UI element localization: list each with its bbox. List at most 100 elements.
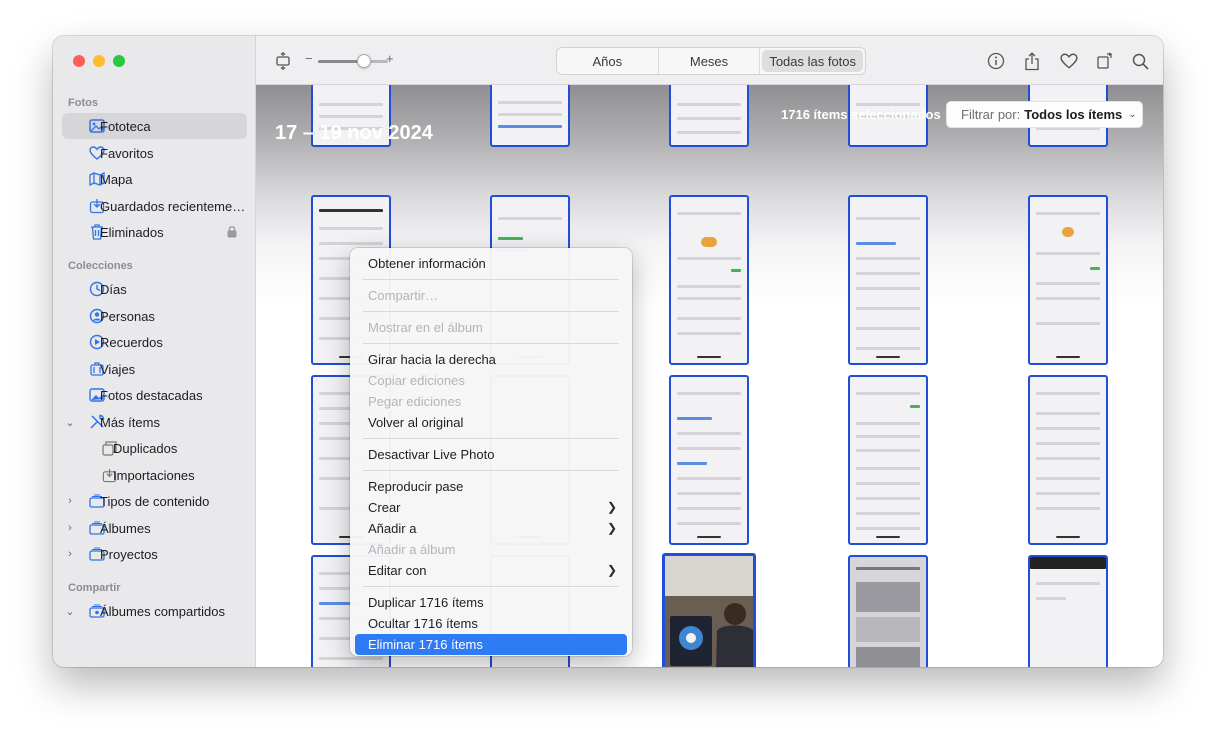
sidebar-item-label: Importaciones: [113, 467, 195, 483]
sidebar-item-label: Tipos de contenido: [100, 493, 210, 509]
sidebar-item-dias[interactable]: Días: [62, 276, 247, 302]
photo-thumbnail[interactable]: [1028, 375, 1108, 545]
menu-item-duplicar[interactable]: Duplicar 1716 ítems: [355, 592, 627, 613]
sidebar-item-recuerdos[interactable]: Recuerdos: [62, 329, 247, 355]
menu-item-obtener-informacion[interactable]: Obtener información: [355, 253, 627, 274]
menu-item-label: Editar con: [368, 563, 427, 578]
sidebar-item-mas-items[interactable]: ⌄ Más ítems: [62, 409, 247, 435]
tab-anos[interactable]: Años: [557, 48, 659, 74]
menu-item-crear[interactable]: Crear ❯: [355, 497, 627, 518]
photo-thumbnail[interactable]: [848, 195, 928, 365]
sidebar-item-eliminados[interactable]: Eliminados: [62, 219, 247, 245]
menu-item-ocultar[interactable]: Ocultar 1716 ítems: [355, 613, 627, 634]
sidebar-item-label: Álbumes compartidos: [100, 603, 225, 619]
sidebar-item-guardados-recientemente[interactable]: Guardados recienteme…: [62, 193, 247, 219]
sidebar-item-proyectos[interactable]: › Proyectos: [62, 541, 247, 567]
chevron-down-icon[interactable]: ⌄: [65, 605, 75, 618]
section-title-compartir: Compartir: [68, 582, 121, 594]
menu-item-volver-original[interactable]: Volver al original: [355, 412, 627, 433]
photo-thumbnail[interactable]: [669, 195, 749, 365]
sidebar-item-label: Días: [100, 281, 127, 297]
chevron-down-icon: ⌄: [1128, 109, 1137, 120]
zoom-in-button[interactable]: +: [386, 51, 394, 66]
zoom-window-button[interactable]: [113, 55, 125, 67]
sidebar-item-label: Guardados recienteme…: [100, 198, 246, 214]
menu-item-pegar-ediciones: Pegar ediciones: [368, 394, 462, 409]
menu-separator: [363, 279, 619, 280]
window-controls: [73, 55, 125, 67]
menu-separator: [363, 586, 619, 587]
chevron-right-icon: ❯: [606, 521, 617, 535]
sidebar-item-albumes[interactable]: › Álbumes: [62, 515, 247, 541]
filter-dropdown[interactable]: Filtrar por: Todos los ítems ⌄: [946, 101, 1143, 128]
photo-thumbnail[interactable]: [1028, 195, 1108, 365]
sidebar: Fotos Fototeca Favoritos Mapa Guardados …: [53, 36, 256, 667]
photo-thumbnail[interactable]: [490, 85, 570, 147]
menu-item-label: Crear: [368, 500, 401, 515]
chevron-right-icon[interactable]: ›: [65, 495, 75, 507]
photo-thumbnail[interactable]: [848, 555, 928, 667]
minimize-window-button[interactable]: [93, 55, 105, 67]
filter-value: Todos los ítems: [1024, 107, 1123, 122]
photo-thumbnail[interactable]: [669, 375, 749, 545]
sidebar-item-importaciones[interactable]: Importaciones: [62, 462, 247, 488]
sidebar-item-label: Mapa: [100, 171, 133, 187]
menu-item-desactivar-live-photo[interactable]: Desactivar Live Photo: [355, 444, 627, 465]
menu-item-copiar-ediciones: Copiar ediciones: [368, 373, 465, 388]
search-icon[interactable]: [1130, 51, 1150, 71]
menu-item-anadir-a[interactable]: Añadir a ❯: [355, 518, 627, 539]
sidebar-item-favoritos[interactable]: Favoritos: [62, 140, 247, 166]
chevron-right-icon: ❯: [606, 563, 617, 577]
chevron-right-icon[interactable]: ›: [65, 548, 75, 560]
section-title-colecciones: Colecciones: [68, 260, 133, 272]
sidebar-item-label: Recuerdos: [100, 334, 163, 350]
lock-icon: [227, 225, 237, 241]
menu-separator: [363, 343, 619, 344]
sidebar-item-label: Eliminados: [100, 224, 164, 240]
rotate-icon[interactable]: [1095, 51, 1115, 71]
info-icon[interactable]: [986, 51, 1006, 71]
share-icon[interactable]: [1022, 51, 1042, 71]
filter-label: Filtrar por:: [961, 107, 1021, 122]
menu-item-editar-con[interactable]: Editar con ❯: [355, 560, 627, 581]
menu-item-reproducir-pase[interactable]: Reproducir pase: [355, 476, 627, 497]
chevron-right-icon[interactable]: ›: [65, 522, 75, 534]
zoom-slider-knob[interactable]: [357, 54, 371, 68]
menu-item-girar-derecha[interactable]: Girar hacia la derecha: [355, 349, 627, 370]
chevron-right-icon: ❯: [606, 500, 617, 514]
sidebar-item-duplicados[interactable]: Duplicados: [62, 435, 247, 461]
sidebar-item-fototeca[interactable]: Fototeca: [62, 113, 247, 139]
date-range-title: 17 – 19 nov 2024: [275, 122, 433, 144]
menu-item-compartir: Compartir…: [368, 288, 439, 303]
sidebar-item-label: Álbumes: [100, 520, 151, 536]
sidebar-item-label: Favoritos: [100, 145, 154, 161]
zoom-out-button[interactable]: −: [305, 51, 313, 66]
menu-separator: [363, 311, 619, 312]
close-window-button[interactable]: [73, 55, 85, 67]
sidebar-item-label: Más ítems: [100, 414, 160, 430]
toolbar: − + Años Meses Todas las fotos: [256, 36, 1163, 85]
photo-thumbnail-event[interactable]: [662, 553, 756, 667]
context-menu: Obtener información Compartir… Mostrar e…: [350, 248, 632, 656]
heart-icon[interactable]: [1059, 51, 1079, 71]
photo-thumbnail[interactable]: [848, 375, 928, 545]
tab-meses[interactable]: Meses: [659, 48, 761, 74]
sidebar-item-mapa[interactable]: Mapa: [62, 166, 247, 192]
sidebar-item-label: Duplicados: [113, 440, 178, 456]
photo-thumbnail[interactable]: [669, 85, 749, 147]
sidebar-item-tipos-de-contenido[interactable]: › Tipos de contenido: [62, 488, 247, 514]
sidebar-item-fotos-destacadas[interactable]: Fotos destacadas: [62, 382, 247, 408]
sidebar-item-albumes-compartidos[interactable]: ⌄ Álbumes compartidos: [62, 598, 247, 624]
photo-thumbnail[interactable]: [1028, 555, 1108, 667]
chevron-down-icon[interactable]: ⌄: [65, 416, 75, 429]
aspect-ratio-toggle-icon[interactable]: [273, 51, 293, 71]
sidebar-item-label: Personas: [100, 308, 155, 324]
sidebar-item-viajes[interactable]: Viajes: [62, 356, 247, 382]
tab-todas-las-fotos[interactable]: Todas las fotos: [762, 50, 864, 72]
menu-item-eliminar[interactable]: Eliminar 1716 ítems: [355, 634, 627, 655]
section-title-fotos: Fotos: [68, 97, 98, 109]
menu-separator: [363, 470, 619, 471]
sidebar-item-personas[interactable]: Personas: [62, 303, 247, 329]
menu-item-anadir-a-album: Añadir a álbum: [368, 542, 456, 557]
sidebar-item-label: Fototeca: [100, 118, 151, 134]
